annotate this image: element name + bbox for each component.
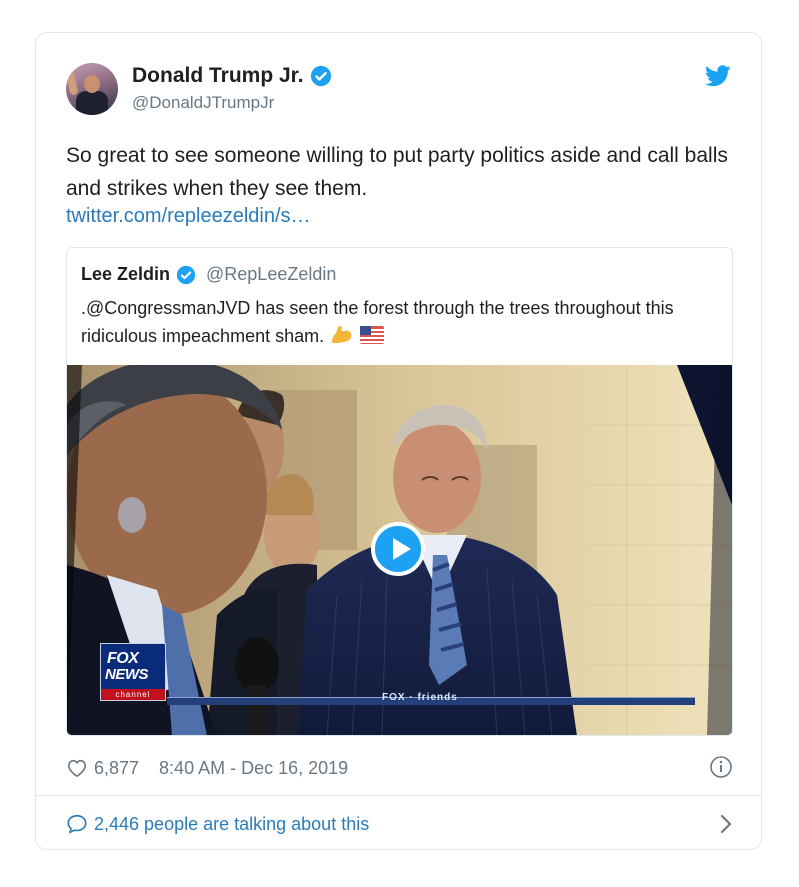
like-count[interactable]: 6,877 [94, 758, 139, 779]
footer-divider [36, 795, 761, 796]
heart-icon[interactable] [66, 758, 88, 778]
video-player[interactable]: FOX NEWS channel FOX · friends [67, 365, 732, 735]
comment-bubble-icon [67, 814, 87, 834]
author-name-row[interactable]: Donald Trump Jr. [132, 64, 332, 88]
quoted-author-handle: @RepLeeZeldin [206, 264, 337, 284]
play-button[interactable] [371, 522, 425, 576]
quoted-tweet[interactable]: Lee Zeldin @RepLeeZeldin .@CongressmanJV… [66, 247, 733, 736]
author-display-name[interactable]: Donald Trump Jr. [132, 64, 304, 88]
conversation-link[interactable]: 2,446 people are talking about this [94, 814, 369, 835]
quoted-author-name: Lee Zeldin [81, 264, 171, 284]
fox-news-logo: FOX NEWS channel [100, 643, 166, 701]
verified-badge-icon [176, 265, 196, 284]
flexed-biceps-emoji-icon [332, 326, 352, 343]
tweet-timestamp[interactable]: 8:40 AM - Dec 16, 2019 [159, 758, 348, 779]
info-icon[interactable] [709, 755, 733, 779]
author-avatar[interactable] [66, 63, 118, 115]
ticker-text: FOX · friends [382, 692, 458, 703]
author-handle[interactable]: @DonaldJTrumpJr [132, 93, 274, 113]
quoted-tweet-text: .@CongressmanJVD has seen the forest thr… [81, 294, 721, 350]
us-flag-emoji-icon [360, 326, 385, 344]
verified-badge-icon [310, 65, 331, 87]
conversation-row[interactable]: 2,446 people are talking about this [66, 811, 733, 837]
tweet-meta-row: 6,877 8:40 AM - Dec 16, 2019 [66, 755, 733, 781]
chevron-right-icon[interactable] [719, 813, 733, 835]
tweet-text: So great to see someone willing to put p… [66, 144, 728, 200]
tweet-link[interactable]: twitter.com/repleezeldin/s… [66, 205, 311, 228]
tweet-card[interactable]: Donald Trump Jr. @DonaldJTrumpJr So grea… [35, 32, 762, 850]
quoted-tweet-header: Lee Zeldin @RepLeeZeldin [81, 264, 336, 285]
twitter-bird-icon[interactable] [705, 65, 731, 87]
